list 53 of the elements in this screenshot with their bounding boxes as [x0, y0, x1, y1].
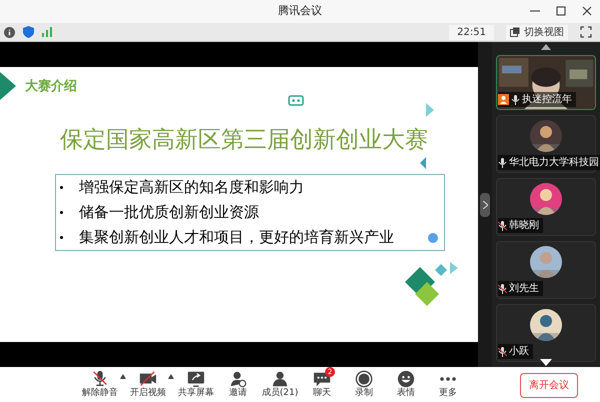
caret-icon[interactable]: [168, 374, 174, 379]
participant-name: 小跃: [509, 344, 529, 359]
caret-icon[interactable]: [120, 374, 126, 379]
switch-view-button[interactable]: 切换视图: [506, 24, 568, 40]
participant-name: 执迷控流年: [522, 92, 572, 107]
section-heading: 大赛介绍: [25, 78, 77, 96]
participant-name: 刘先生: [509, 282, 539, 296]
bullet-text: 储备一批优质创新创业资源: [79, 202, 259, 224]
toolbar-button[interactable]: 开启视频: [128, 370, 168, 399]
participant-tile[interactable]: 小跃: [496, 304, 596, 362]
window-title: 腾讯会议: [278, 3, 322, 20]
emoji-icon: [397, 370, 415, 388]
corner-shape-icon: [0, 72, 16, 100]
bullet-icon: [60, 211, 63, 214]
robot-icon: [288, 94, 304, 106]
participant-tile[interactable]: 刘先生: [496, 241, 596, 299]
participant-tile[interactable]: 韩晓刚: [496, 178, 596, 236]
toolbar-button[interactable]: 表情: [386, 370, 426, 399]
triangle-icon: [420, 157, 426, 169]
bullet-icon: [60, 236, 63, 239]
collapse-handle[interactable]: [480, 192, 490, 216]
toolbar-button[interactable]: 录制: [344, 370, 384, 399]
info-icon[interactable]: [4, 26, 15, 38]
invite-icon: [229, 370, 247, 388]
toolbar-button[interactable]: 更多: [428, 370, 468, 399]
participant-name: 华北电力大学科技园: [509, 156, 599, 170]
bullet-text: 增强保定高新区的知名度和影响力: [79, 177, 304, 198]
record-icon: [355, 370, 373, 388]
shield-icon[interactable]: [23, 26, 34, 38]
toolbar-button[interactable]: 解除静音: [80, 370, 120, 399]
close-icon[interactable]: [582, 5, 592, 17]
toolbar-button[interactable]: 成员(21): [260, 370, 300, 399]
toolbar-button[interactable]: 邀请: [218, 370, 258, 399]
switch-view-icon: [510, 27, 520, 37]
members-icon: [271, 370, 289, 388]
fullscreen-icon[interactable]: [580, 26, 592, 38]
chat-bubble-icon: [428, 233, 438, 243]
chat-icon: [313, 370, 331, 388]
scroll-up-icon[interactable]: [541, 44, 551, 50]
more-icon: [440, 377, 456, 381]
camera-muted-icon: [139, 370, 157, 388]
share-screen-icon: [187, 370, 205, 388]
bullet-text: 集聚创新创业人才和项目，更好的培育新兴产业: [79, 227, 394, 248]
participant-tile[interactable]: 执迷控流年: [496, 55, 596, 110]
maximize-icon[interactable]: [556, 5, 566, 17]
leave-meeting-button[interactable]: 离开会议: [520, 373, 578, 398]
meeting-timer: 22:51: [449, 24, 494, 40]
bullet-icon: [60, 186, 63, 189]
participant-name: 韩晓刚: [509, 218, 539, 233]
mic-muted-icon: [91, 370, 109, 388]
slide-title: 保定国家高新区第三届创新创业大赛: [60, 126, 428, 155]
toolbar-button[interactable]: 共享屏幕: [176, 370, 216, 399]
triangle-icon: [426, 103, 434, 117]
